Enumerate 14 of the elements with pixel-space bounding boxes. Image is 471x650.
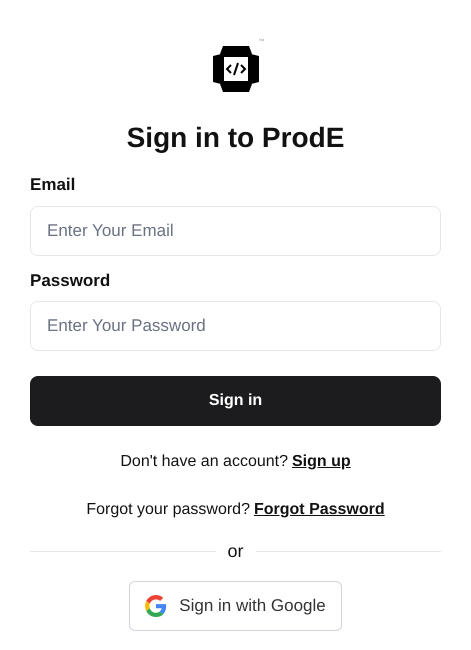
divider-label: or <box>228 540 244 563</box>
field-label: Email <box>30 174 76 196</box>
field-label: Password <box>30 270 112 292</box>
forgot-password-link[interactable]: Forgot Password <box>254 498 385 522</box>
code-logo-icon <box>210 44 260 94</box>
input-field[interactable]: Enter Your Password <box>30 301 441 351</box>
page-title: Sign in to ProdE <box>126 121 346 155</box>
sign-in-button[interactable]: Sign in <box>30 376 441 426</box>
google-sign-in-button[interactable]: Sign in with Google <box>129 581 342 631</box>
forgot-prompt: Forgot your password? <box>86 500 250 520</box>
signup-prompt: Don't have an account? <box>120 452 288 472</box>
google-icon <box>145 595 168 617</box>
sign-up-link[interactable]: Sign up <box>292 450 351 474</box>
input-field[interactable]: Enter Your Email <box>30 206 441 256</box>
